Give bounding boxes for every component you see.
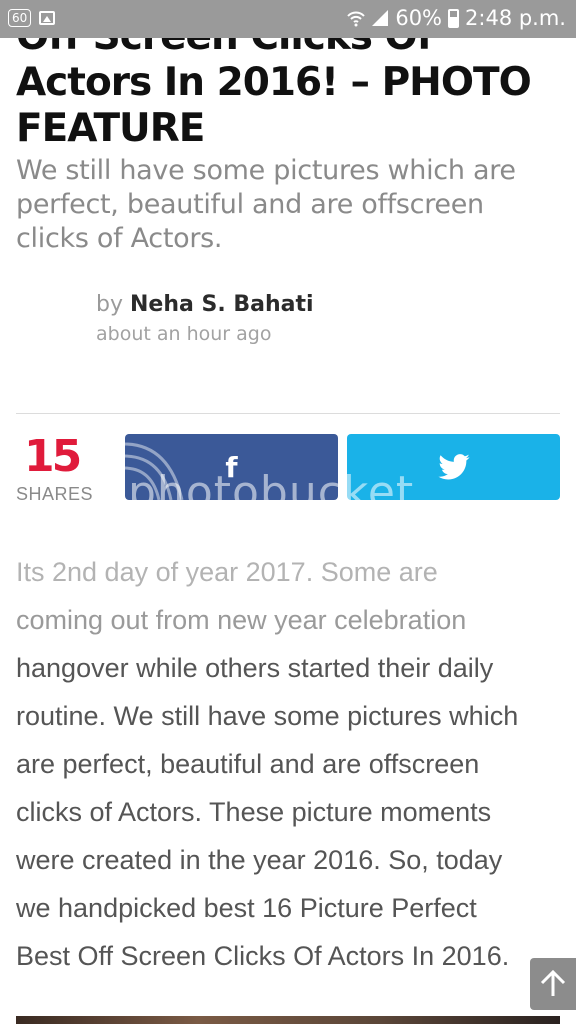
battery-icon — [448, 8, 460, 28]
article-subtitle: We still have some pictures which are pe… — [16, 155, 516, 254]
gallery-icon — [39, 11, 56, 25]
twitter-icon — [437, 454, 470, 480]
notification-badge: 60 — [8, 9, 32, 27]
by-prefix: by — [96, 292, 123, 317]
article-body: Its 2nd day of year 2017. Some are comin… — [16, 548, 561, 980]
twitter-share-button[interactable] — [347, 434, 560, 500]
facebook-share-button[interactable]: f — [125, 434, 338, 500]
publish-time: about an hour ago — [96, 323, 272, 345]
status-bar: 60 60% 2:48 p.m. — [0, 0, 576, 38]
article-line: clicks of Actors. These picture moments — [16, 797, 492, 827]
author-link[interactable]: Neha S. Bahati — [130, 292, 314, 317]
signal-icon — [372, 10, 389, 26]
shares-label: SHARES — [16, 484, 94, 504]
article-line: hangover while others started their dail… — [16, 653, 494, 683]
article-line: coming out from new year celebration — [16, 605, 467, 635]
arrow-up-icon — [540, 970, 566, 996]
article-line: Its 2nd day of year 2017. Some are — [16, 557, 438, 587]
article-line: we handpicked best 16 Picture Perfect — [16, 893, 477, 923]
article-line: were created in the year 2016. So, today — [16, 845, 503, 875]
clock: 2:48 p.m. — [465, 6, 566, 30]
share-counter: 15 SHARES — [16, 432, 96, 505]
battery-percent: 60% — [395, 6, 443, 30]
article-image — [16, 1016, 560, 1024]
byline: by Neha S. Bahati about an hour ago — [96, 292, 314, 345]
article-line: Best Off Screen Clicks Of Actors In 2016… — [16, 941, 510, 971]
scroll-to-top-button[interactable] — [530, 958, 576, 1010]
divider — [16, 413, 560, 414]
facebook-icon: f — [225, 450, 238, 484]
share-count: 15 — [24, 431, 82, 482]
article-line: are perfect, beautiful and are offscreen — [16, 749, 480, 779]
wifi-icon — [347, 11, 366, 27]
article-line: routine. We still have some pictures whi… — [16, 701, 519, 731]
